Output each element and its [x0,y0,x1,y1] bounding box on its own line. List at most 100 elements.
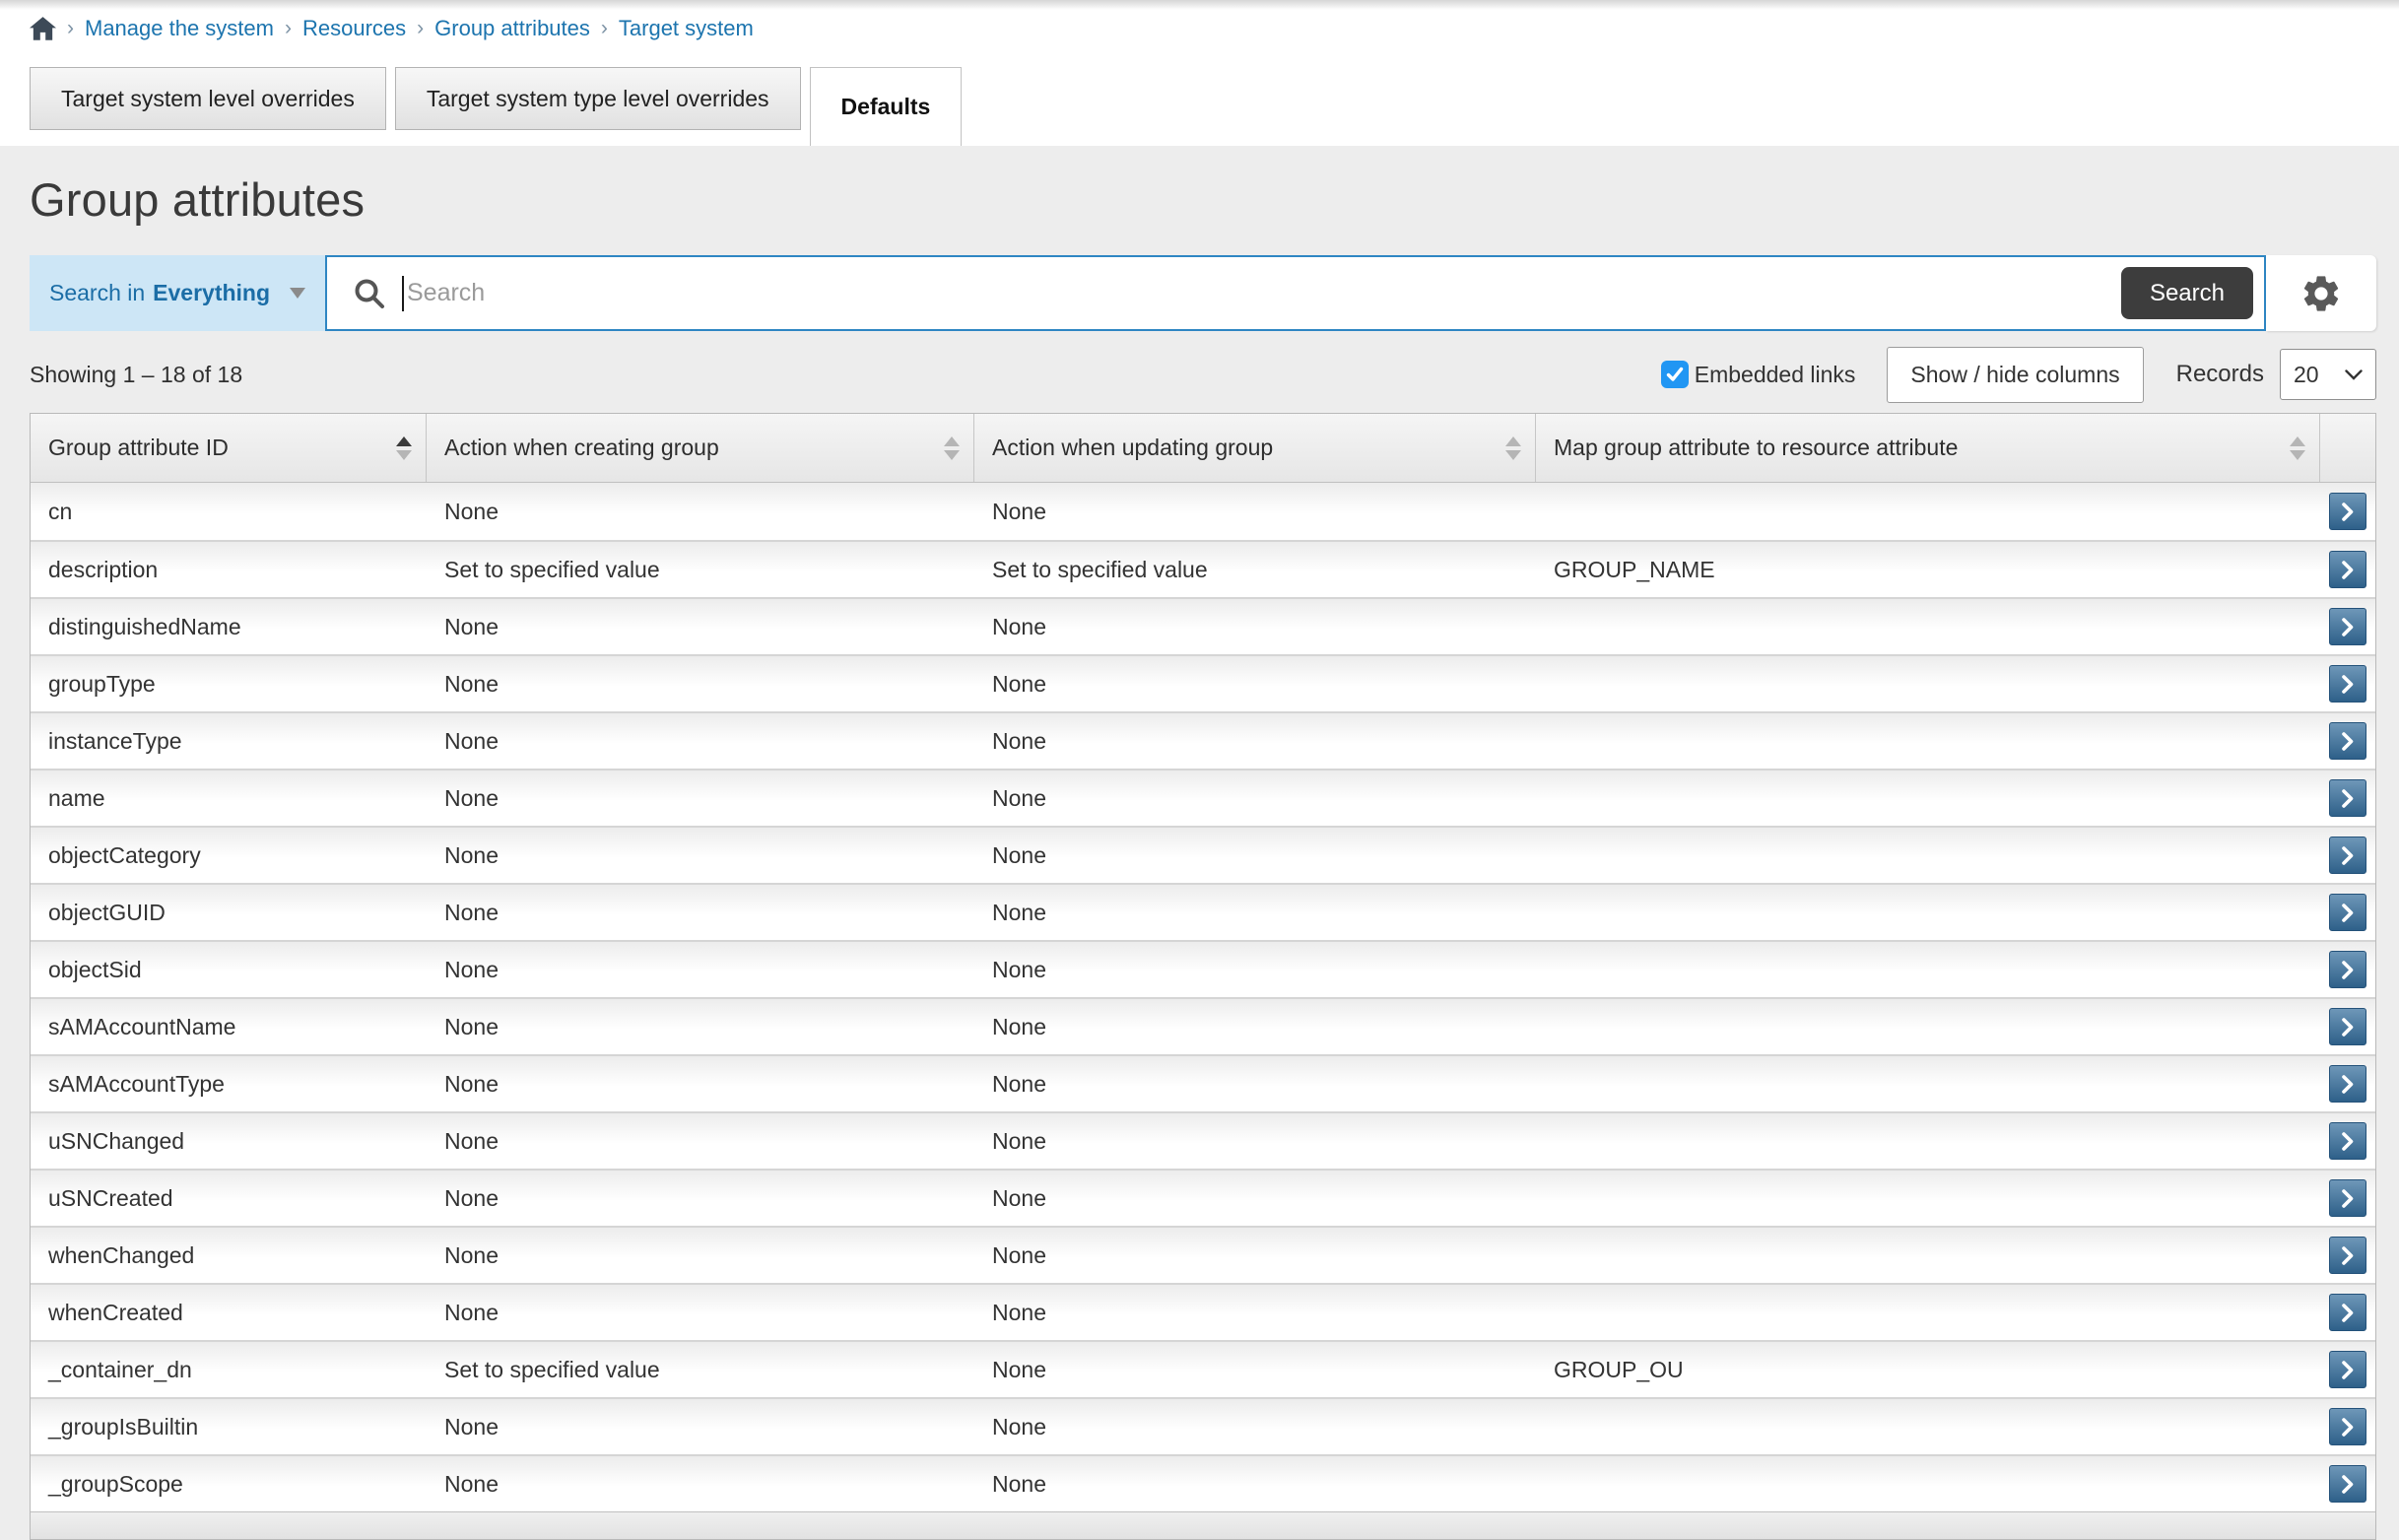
row-detail-button[interactable] [2329,493,2366,530]
cell-row-actions [2320,656,2375,711]
table-row: distinguishedName None None [31,597,2375,654]
table-row: sAMAccountType None None [31,1054,2375,1111]
embedded-links-toggle[interactable]: Embedded links [1661,361,1856,388]
sort-arrows-icon[interactable] [1505,436,1521,460]
sort-arrows-icon[interactable] [944,436,960,460]
page-title: Group attributes [30,172,2376,227]
search-settings-button[interactable] [2266,255,2376,331]
cell-action-when-creating: None [427,885,974,940]
table-row: description Set to specified value Set t… [31,540,2375,597]
cell-action-when-creating: None [427,1113,974,1169]
sort-arrows-icon[interactable] [2290,436,2305,460]
row-detail-button[interactable] [2329,1351,2366,1388]
breadcrumb-link-manage-the-system[interactable]: Manage the system [85,16,274,41]
cell-group-attribute-id: groupType [31,656,427,711]
main-content: Group attributes Search in Everything Se… [0,172,2399,1540]
cell-map-attribute [1536,1285,2320,1340]
breadcrumb-link-group-attributes[interactable]: Group attributes [434,16,590,41]
cell-map-attribute [1536,1228,2320,1283]
records-value: 20 [2294,362,2319,388]
row-detail-button[interactable] [2329,837,2366,874]
table-row: name None None [31,769,2375,826]
breadcrumb-link-resources[interactable]: Resources [302,16,406,41]
chevron-right-icon [2342,961,2354,979]
cell-map-attribute [1536,1056,2320,1111]
cell-action-when-creating: None [427,1456,974,1511]
row-detail-button[interactable] [2329,1008,2366,1045]
table-row: cn None None [31,483,2375,540]
chevron-right-icon [2342,1075,2354,1094]
search-placeholder: Search [407,279,485,307]
cell-action-when-creating: Set to specified value [427,1342,974,1397]
row-detail-button[interactable] [2329,1122,2366,1160]
column-header-action-when-updating-group[interactable]: Action when updating group [974,414,1536,482]
cell-row-actions [2320,1056,2375,1111]
cell-group-attribute-id: objectSid [31,942,427,997]
tab-target-system-type-level-overrides[interactable]: Target system type level overrides [395,67,801,130]
table-row: instanceType None None [31,711,2375,769]
records-per-page-select[interactable]: 20 [2280,349,2376,400]
show-hide-columns-button[interactable]: Show / hide columns [1887,347,2143,403]
cell-group-attribute-id: sAMAccountType [31,1056,427,1111]
row-detail-button[interactable] [2329,951,2366,988]
column-header-map-group-attribute[interactable]: Map group attribute to resource attribut… [1536,414,2320,482]
row-detail-button[interactable] [2329,1065,2366,1103]
cell-group-attribute-id: _groupScope [31,1456,427,1511]
row-detail-button[interactable] [2329,779,2366,817]
chevron-right-icon [2342,789,2354,808]
cell-action-when-updating: None [974,1113,1536,1169]
column-header-action-when-creating-group[interactable]: Action when creating group [427,414,974,482]
chevron-right-icon [2342,1475,2354,1494]
cell-action-when-creating: None [427,942,974,997]
column-label: Action when creating group [444,435,932,461]
row-detail-button[interactable] [2329,1237,2366,1274]
sort-arrows-icon[interactable] [396,436,412,460]
cell-row-actions [2320,1113,2375,1169]
row-detail-button[interactable] [2329,551,2366,588]
cell-map-attribute [1536,770,2320,826]
cell-action-when-creating: None [427,1056,974,1111]
cell-row-actions [2320,885,2375,940]
row-detail-button[interactable] [2329,722,2366,760]
tab-target-system-level-overrides[interactable]: Target system level overrides [30,67,386,130]
cell-action-when-creating: None [427,999,974,1054]
cell-row-actions [2320,1399,2375,1454]
row-detail-button[interactable] [2329,1408,2366,1445]
search-scope-dropdown[interactable]: Search in Everything [30,255,325,331]
chevron-right-icon [2342,618,2354,636]
row-detail-button[interactable] [2329,1179,2366,1217]
cell-map-attribute [1536,599,2320,654]
cell-map-attribute [1536,1171,2320,1226]
search-input[interactable]: Search Search [325,255,2266,331]
search-button[interactable]: Search [2121,267,2253,319]
column-header-group-attribute-id[interactable]: Group attribute ID [31,414,427,482]
row-detail-button[interactable] [2329,1465,2366,1503]
row-detail-button[interactable] [2329,894,2366,931]
row-detail-button[interactable] [2329,608,2366,645]
cell-row-actions [2320,1456,2375,1511]
cell-row-actions [2320,599,2375,654]
cell-map-attribute [1536,483,2320,540]
cell-map-attribute: GROUP_NAME [1536,542,2320,597]
chevron-right-icon [2342,1246,2354,1265]
table-row: whenChanged None None [31,1226,2375,1283]
cell-action-when-updating: None [974,713,1536,769]
row-detail-button[interactable] [2329,665,2366,703]
cell-row-actions [2320,942,2375,997]
tab-defaults[interactable]: Defaults [810,67,963,146]
row-detail-button[interactable] [2329,1294,2366,1331]
cell-group-attribute-id: whenChanged [31,1228,427,1283]
showing-count: Showing 1 – 18 of 18 [30,362,242,388]
table-header: Group attribute ID Action when creating … [31,414,2375,483]
cell-map-attribute [1536,942,2320,997]
home-icon[interactable] [30,17,56,41]
cell-action-when-creating: None [427,770,974,826]
search-icon [353,277,386,310]
cell-row-actions [2320,542,2375,597]
chevron-right-icon [2342,502,2354,521]
breadcrumb-link-target-system[interactable]: Target system [619,16,754,41]
chevron-right-icon [2342,1361,2354,1379]
cell-map-attribute [1536,828,2320,883]
cell-group-attribute-id: objectCategory [31,828,427,883]
checkbox-checked[interactable] [1661,361,1689,388]
